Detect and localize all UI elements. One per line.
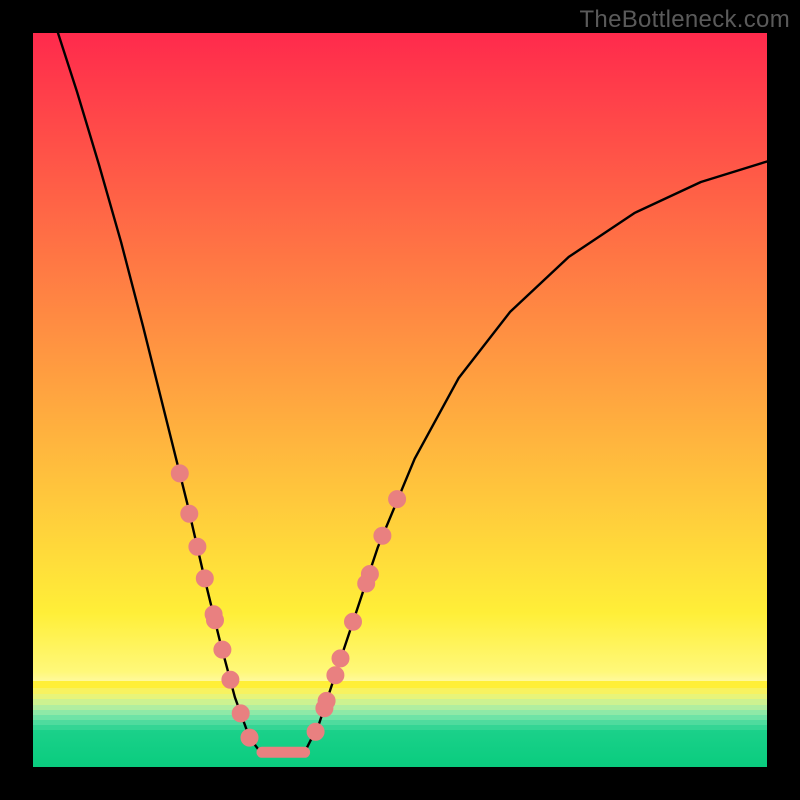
data-point bbox=[181, 505, 198, 522]
data-point bbox=[189, 538, 206, 555]
data-point bbox=[389, 491, 406, 508]
v-curve bbox=[58, 33, 767, 752]
left-branch-dots bbox=[171, 465, 258, 746]
data-point bbox=[241, 729, 258, 746]
data-point bbox=[332, 650, 349, 667]
data-point bbox=[222, 671, 239, 688]
right-branch-dots bbox=[307, 491, 406, 741]
data-point bbox=[214, 641, 231, 658]
data-point bbox=[374, 527, 391, 544]
watermark-text: TheBottleneck.com bbox=[579, 6, 790, 34]
plot-area bbox=[33, 33, 767, 767]
data-point bbox=[307, 723, 324, 740]
data-point bbox=[361, 566, 378, 583]
data-point bbox=[318, 692, 335, 709]
data-point bbox=[327, 667, 344, 684]
data-point bbox=[207, 612, 224, 629]
data-point bbox=[232, 705, 249, 722]
chart-frame: TheBottleneck.com bbox=[0, 0, 800, 800]
data-point bbox=[196, 570, 213, 587]
data-point bbox=[345, 613, 362, 630]
chart-overlay bbox=[33, 33, 767, 767]
data-point bbox=[171, 465, 188, 482]
